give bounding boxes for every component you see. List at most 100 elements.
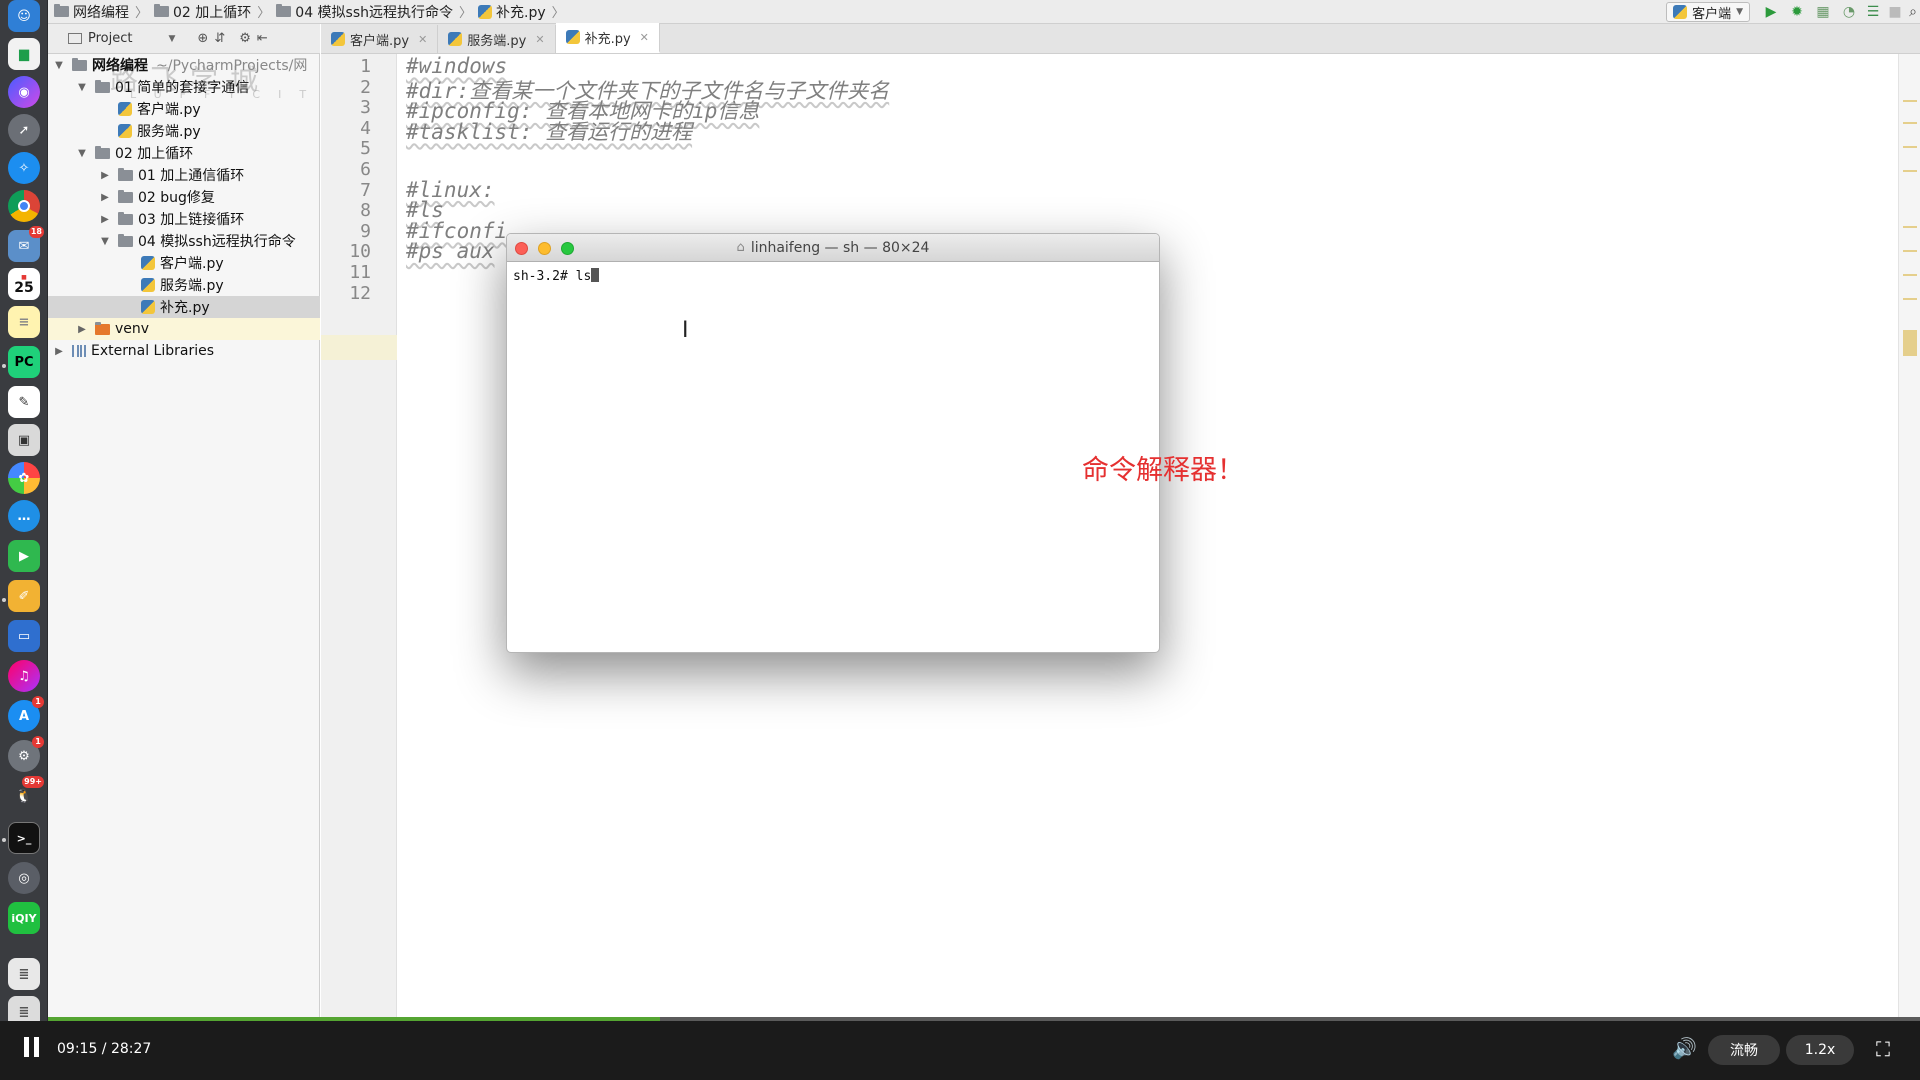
- folder-icon: [118, 167, 133, 181]
- tab-supplement[interactable]: 补充.py ✕: [555, 23, 660, 53]
- folder-icon: [54, 4, 69, 17]
- photos-icon[interactable]: ✿: [8, 462, 40, 494]
- error-stripe[interactable]: [1898, 54, 1920, 1020]
- breadcrumb-separator: 〉: [551, 6, 565, 21]
- qq-icon[interactable]: 🐧 99+: [8, 776, 44, 812]
- fullscreen-icon[interactable]: ⛶: [1876, 1037, 1890, 1061]
- tree-item-label: 02 加上循环: [115, 146, 194, 162]
- python-file-icon: [141, 256, 155, 270]
- close-window-button[interactable]: [515, 242, 528, 255]
- tab-client[interactable]: 客户端.py ✕: [321, 25, 439, 53]
- profile-icon[interactable]: ◔: [1840, 3, 1858, 21]
- breadcrumb-item[interactable]: 补充.py: [472, 2, 552, 22]
- pages-icon[interactable]: ✐: [8, 580, 40, 612]
- debug-icon[interactable]: ✹: [1788, 3, 1806, 21]
- pycharm-icon[interactable]: PC: [8, 346, 40, 378]
- chevron-right-icon[interactable]: ▶: [98, 170, 112, 181]
- pause-icon[interactable]: [24, 1037, 42, 1059]
- hide-icon[interactable]: ⇤: [257, 31, 268, 46]
- volume-icon[interactable]: 🔊: [1672, 1036, 1697, 1060]
- tree-item[interactable]: 客户端.py: [48, 98, 320, 120]
- collapse-icon[interactable]: ⇵: [214, 31, 225, 46]
- messages-icon[interactable]: …: [8, 500, 40, 532]
- library-icon: [72, 345, 86, 357]
- video-player-bar: 09:15 / 28:27 🔊 流畅 1.2x ⛶: [0, 1021, 1920, 1080]
- breadcrumb-item[interactable]: 网络编程: [48, 2, 135, 22]
- tree-item[interactable]: 补充.py: [48, 296, 320, 318]
- gear-icon[interactable]: ⚙: [239, 31, 251, 46]
- tree-item[interactable]: ▼ 网络编程 ~/PycharmProjects/网: [48, 54, 320, 76]
- run-configuration-select[interactable]: 客户端 ▼: [1666, 2, 1750, 22]
- chevron-down-icon[interactable]: ▼: [98, 236, 112, 247]
- textedit-icon[interactable]: ✎: [8, 386, 40, 418]
- quality-button[interactable]: 流畅: [1708, 1035, 1780, 1065]
- tree-item[interactable]: ▼ 04 模拟ssh远程执行命令: [48, 230, 320, 252]
- facetime-icon[interactable]: ▶: [8, 540, 40, 572]
- tree-item-label: 02 bug修复: [138, 190, 215, 206]
- line-number: 10: [349, 241, 371, 263]
- tree-item-label: External Libraries: [91, 343, 214, 359]
- terminal-output[interactable]: sh-3.2# ls: [513, 268, 600, 284]
- calendar-icon[interactable]: ■ 25: [8, 268, 40, 300]
- python-file-icon: [141, 300, 155, 314]
- stop-icon[interactable]: ■: [1886, 3, 1904, 21]
- chevron-down-icon[interactable]: ▼: [75, 82, 89, 93]
- chevron-right-icon[interactable]: ▶: [98, 192, 112, 203]
- document-stack-icon[interactable]: ≣: [8, 958, 40, 990]
- terminal-title-bar[interactable]: ⌂ linhaifeng — sh — 80×24: [507, 234, 1159, 262]
- tree-item[interactable]: ▶ venv: [48, 318, 320, 340]
- tab-server[interactable]: 服务端.py ✕: [438, 25, 556, 53]
- system-preferences-icon[interactable]: ⚙ 1: [8, 736, 44, 772]
- itunes-icon[interactable]: ♫: [8, 660, 40, 692]
- zoom-window-button[interactable]: [561, 242, 574, 255]
- close-icon[interactable]: ✕: [418, 33, 427, 46]
- numbers-icon[interactable]: ▆: [8, 38, 40, 70]
- tree-item[interactable]: 服务端.py: [48, 120, 320, 142]
- terminal-window[interactable]: ⌂ linhaifeng — sh — 80×24 sh-3.2# ls: [506, 233, 1160, 653]
- minimize-window-button[interactable]: [538, 242, 551, 255]
- breadcrumb-item[interactable]: 04 模拟ssh远程执行命令: [270, 2, 459, 22]
- breadcrumb-item[interactable]: 02 加上循环: [148, 2, 257, 22]
- tree-item-label: 补充.py: [160, 300, 210, 316]
- speed-button[interactable]: 1.2x: [1786, 1035, 1854, 1065]
- tree-item[interactable]: ▶ 03 加上链接循环: [48, 208, 320, 230]
- chevron-down-icon[interactable]: ▼: [168, 34, 175, 44]
- siri-icon[interactable]: ◉: [8, 76, 40, 108]
- chevron-right-icon[interactable]: ▶: [75, 324, 89, 335]
- tree-item[interactable]: ▶ 02 bug修复: [48, 186, 320, 208]
- preview-icon[interactable]: ▣: [8, 424, 40, 456]
- folder-icon: [95, 145, 110, 159]
- chevron-right-icon[interactable]: ▶: [98, 214, 112, 225]
- tree-item[interactable]: 服务端.py: [48, 274, 320, 296]
- chrome-icon[interactable]: [8, 190, 40, 222]
- tree-item[interactable]: ▼ 01 简单的套接字通信: [48, 76, 320, 98]
- build-icon[interactable]: ☰: [1864, 3, 1882, 21]
- project-view-select[interactable]: Project: [88, 31, 132, 46]
- folder-icon: [72, 57, 87, 71]
- search-icon[interactable]: ⌕: [1904, 3, 1920, 21]
- chevron-down-icon[interactable]: ▼: [75, 148, 89, 159]
- iqiyi-icon[interactable]: iQIY: [8, 902, 40, 934]
- tree-item[interactable]: ▶ External Libraries: [48, 340, 320, 362]
- coverage-icon[interactable]: ▦: [1814, 3, 1832, 21]
- launchpad-icon[interactable]: ➚: [8, 114, 40, 146]
- appstore-icon[interactable]: A1: [8, 696, 44, 732]
- chevron-right-icon[interactable]: ▶: [52, 346, 66, 357]
- mail-icon[interactable]: ✉ 18: [8, 226, 44, 262]
- terminal-icon[interactable]: >_: [8, 822, 40, 854]
- chevron-down-icon[interactable]: ▼: [52, 60, 66, 71]
- scroll-thumb[interactable]: [1903, 330, 1917, 356]
- safari-icon[interactable]: ✧: [8, 152, 40, 184]
- movie-app-icon[interactable]: ◎: [8, 862, 40, 894]
- close-icon[interactable]: ✕: [535, 33, 544, 46]
- finder-icon[interactable]: ☺: [8, 0, 40, 32]
- tree-item[interactable]: 客户端.py: [48, 252, 320, 274]
- run-icon[interactable]: ▶: [1762, 3, 1780, 21]
- target-icon[interactable]: ⊕: [197, 31, 208, 46]
- line-number: 12: [349, 282, 371, 304]
- keynote-icon[interactable]: ▭: [8, 620, 40, 652]
- notes-icon[interactable]: ≡: [8, 306, 40, 338]
- tree-item[interactable]: ▶ 01 加上通信循环: [48, 164, 320, 186]
- close-icon[interactable]: ✕: [640, 31, 649, 44]
- tree-item[interactable]: ▼ 02 加上循环: [48, 142, 320, 164]
